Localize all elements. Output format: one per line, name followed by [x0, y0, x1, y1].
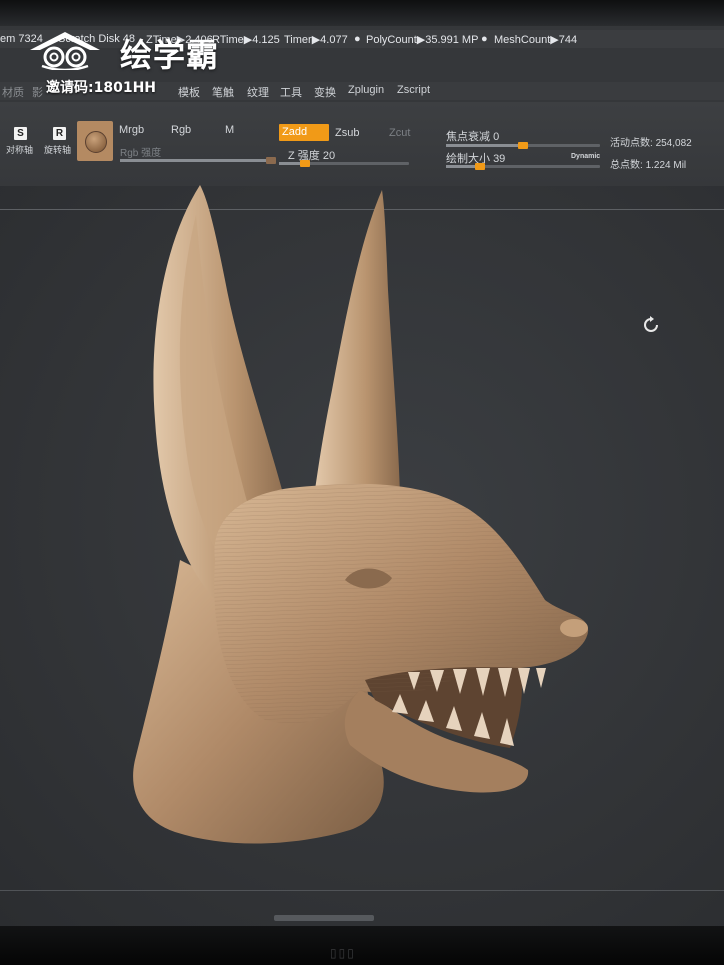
monitor: em 7324 Scratch Disk 48 ZTime▶2.406 RTim…: [0, 0, 724, 965]
sculpt-texture: [214, 483, 589, 724]
sculpt-right-ear: [315, 190, 400, 495]
sculpt-nose: [560, 619, 588, 637]
monitor-logo-icon: ▯▯▯: [330, 946, 356, 960]
sculpt-model[interactable]: [0, 0, 724, 965]
